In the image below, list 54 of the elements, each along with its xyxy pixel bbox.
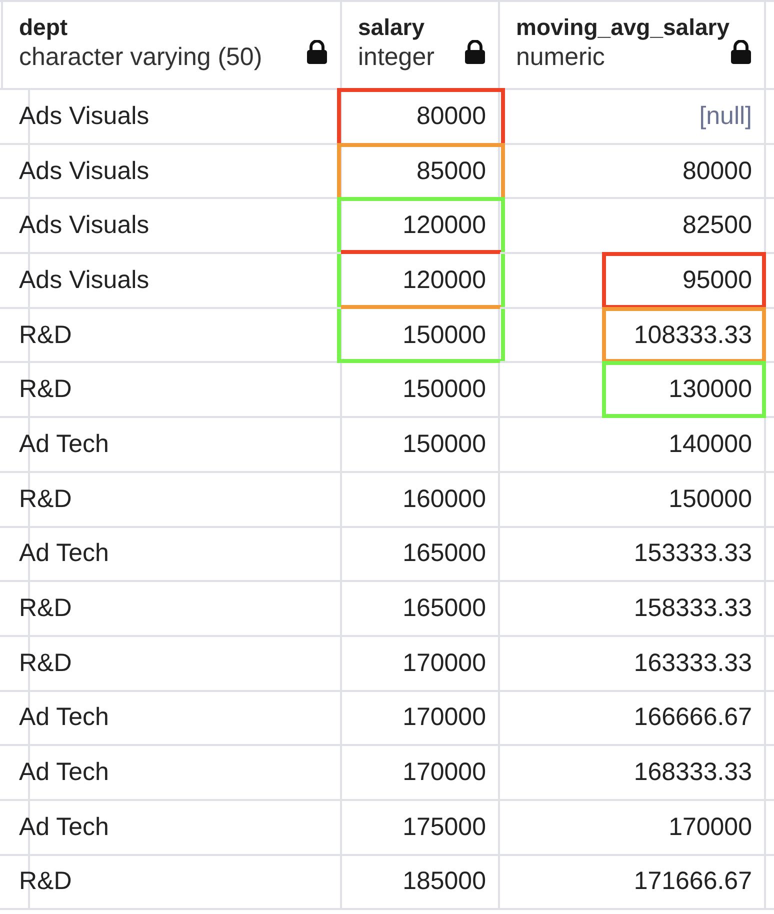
table-cell: R&D — [19, 375, 72, 404]
table-cell: 108333.33 — [634, 320, 752, 350]
table-cell: 150000 — [402, 320, 486, 350]
table-cell: Ads Visuals — [19, 102, 150, 131]
table-cell: R&D — [19, 594, 72, 624]
table-cell: Ad Tech — [19, 703, 109, 732]
table-cell: 82500 — [682, 211, 752, 240]
table-cell: 165000 — [402, 539, 486, 568]
table-cell: Ads Visuals — [19, 266, 150, 295]
table-cell: 120000 — [402, 211, 486, 240]
table-cell: 130000 — [668, 375, 752, 404]
table-cell: 80000 — [416, 102, 486, 131]
table-cell: Ads Visuals — [19, 211, 150, 240]
table-cell: 185000 — [402, 867, 486, 896]
table-cell: 85000 — [416, 156, 486, 186]
table-cell: 140000 — [668, 430, 752, 459]
column-name: salary — [358, 14, 425, 40]
column-name: dept — [19, 14, 68, 40]
table-cell: Ad Tech — [19, 539, 109, 568]
table-cell: 160000 — [402, 484, 486, 514]
table-cell: 80000 — [682, 156, 752, 186]
column-name: moving_avg_salary — [516, 14, 730, 40]
table-cell: 95000 — [682, 266, 752, 295]
column-header[interactable]: moving_avg_salary numeric — [500, 2, 766, 90]
table-cell: R&D — [19, 484, 72, 514]
table-cell: [null] — [699, 102, 752, 131]
table-cell: Ad Tech — [19, 430, 109, 459]
table-cell: 168333.33 — [634, 758, 752, 788]
table-cell: R&D — [19, 320, 72, 350]
table-cell: 170000 — [668, 812, 752, 842]
table-cell: 170000 — [402, 648, 486, 678]
table-cell: 150000 — [668, 484, 752, 514]
table-cell: R&D — [19, 867, 72, 896]
table-cell: 163333.33 — [634, 648, 752, 678]
table-cell: Ad Tech — [19, 758, 109, 788]
column-header[interactable]: dept character varying (50) — [3, 2, 342, 90]
table-cell: 153333.33 — [634, 539, 752, 568]
column-type: integer — [358, 42, 434, 72]
table-cell: 170000 — [402, 703, 486, 732]
table-cell: 166666.67 — [634, 703, 752, 732]
table-cell: 150000 — [402, 430, 486, 459]
table-cell: 158333.33 — [634, 594, 752, 624]
table-cell: 171666.67 — [634, 867, 752, 896]
table-cell: Ads Visuals — [19, 156, 150, 186]
table-cell: R&D — [19, 648, 72, 678]
table-cell: 165000 — [402, 594, 486, 624]
table-cell: 120000 — [402, 266, 486, 295]
table-cell: 170000 — [402, 758, 486, 788]
column-type: character varying (50) — [19, 42, 262, 72]
column-header[interactable]: salary integer — [342, 2, 500, 90]
table-cell: Ad Tech — [19, 812, 109, 842]
column-type: numeric — [516, 42, 605, 72]
table-cell: 150000 — [402, 375, 486, 404]
table-cell: 175000 — [402, 812, 486, 842]
